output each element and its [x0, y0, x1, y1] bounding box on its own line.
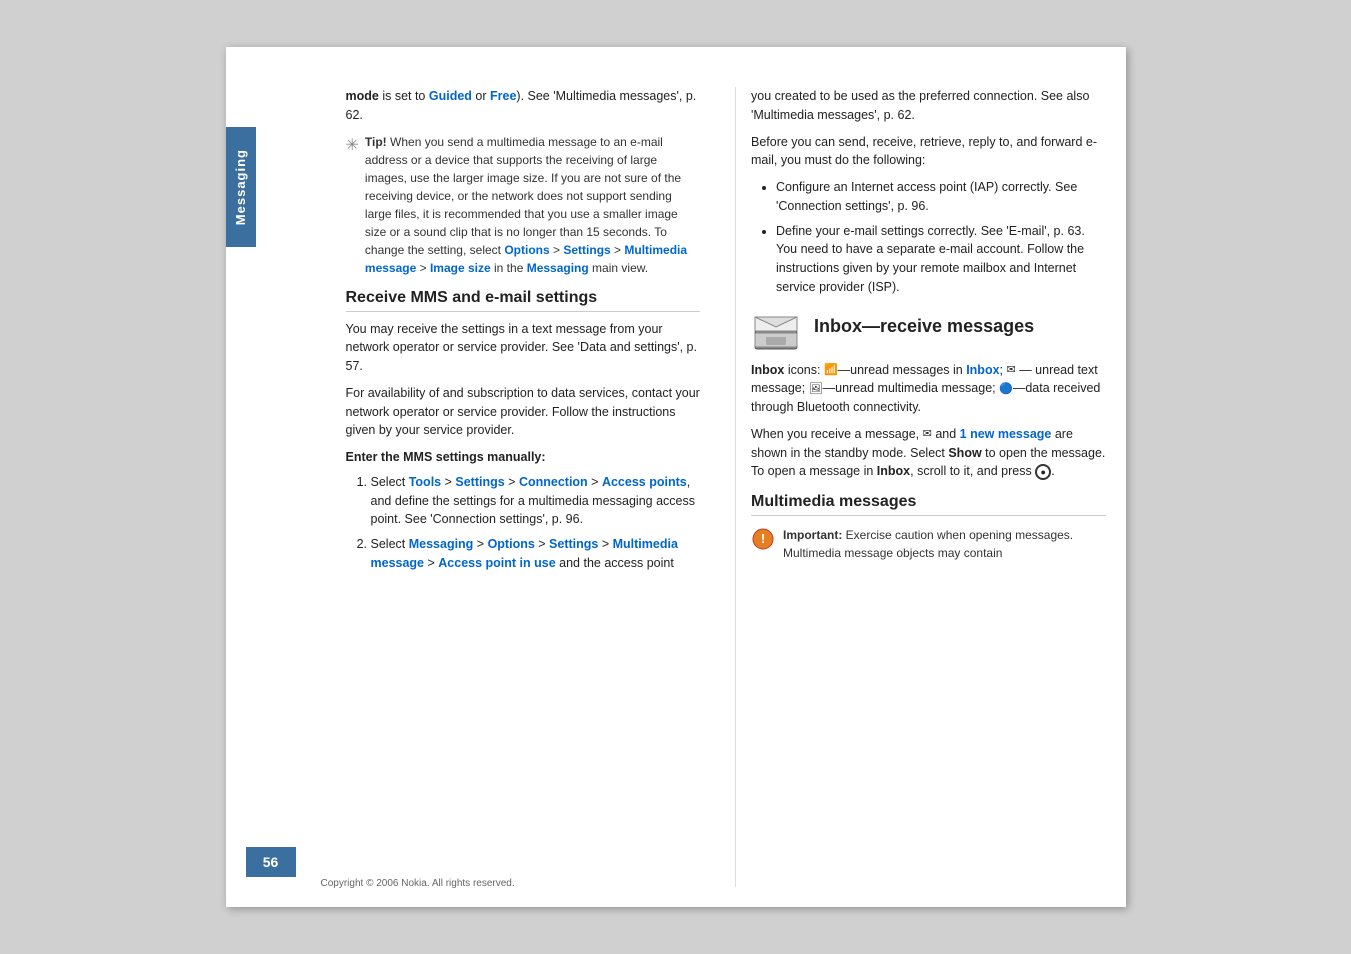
- copyright-area: Copyright © 2006 Nokia. All rights reser…: [321, 874, 515, 889]
- book-page: Messaging 56 mode is set to Guided or Fr…: [226, 47, 1126, 907]
- important-box: ! Important: Exercise caution when openi…: [751, 526, 1106, 562]
- ok-button-icon: ●: [1035, 464, 1051, 480]
- new-message-text: When you receive a message, ✉ and 1 new …: [751, 425, 1106, 481]
- copyright-text: Copyright © 2006 Nokia. All rights reser…: [321, 878, 515, 889]
- access-points-link[interactable]: Access points: [602, 475, 687, 489]
- mode-text: mode: [346, 89, 379, 103]
- chapter-label: Messaging: [233, 149, 248, 225]
- receive-mms-text1: You may receive the settings in a text m…: [346, 320, 701, 376]
- options-link-2[interactable]: Options: [488, 537, 535, 551]
- settings-link[interactable]: Settings: [563, 243, 610, 257]
- inbox-link[interactable]: Inbox: [966, 363, 999, 377]
- inbox-heading: Inbox—receive messages: [814, 316, 1034, 337]
- tip-label: Tip!: [365, 135, 387, 149]
- inbox-tray-icon: [751, 303, 801, 353]
- inbox-heading-area: Inbox—receive messages: [814, 316, 1034, 337]
- messaging-link-2[interactable]: Messaging: [409, 537, 474, 551]
- important-content: Important: Exercise caution when opening…: [783, 526, 1106, 562]
- msg-received-icon: ✉: [923, 426, 932, 443]
- inbox-icons-text: Inbox icons: 📶—unread messages in Inbox;…: [751, 361, 1106, 417]
- inbox-header: Inbox—receive messages: [751, 303, 1106, 351]
- new-message-link[interactable]: 1 new message: [960, 427, 1052, 441]
- page-number: 56: [263, 854, 279, 870]
- image-size-link[interactable]: Image size: [430, 261, 491, 275]
- important-label: Important:: [783, 528, 842, 542]
- connection-link[interactable]: Connection: [519, 475, 588, 489]
- mms-icon: 🖼: [809, 381, 823, 398]
- page-number-box: 56: [246, 847, 296, 877]
- mms-step-1: Select Tools > Settings > Connection > A…: [371, 473, 701, 529]
- show-label: Show: [948, 446, 981, 460]
- inbox-icon: [751, 303, 799, 351]
- req-item-1: Configure an Internet access point (IAP)…: [776, 178, 1106, 216]
- inbox-ref: Inbox: [877, 464, 910, 478]
- left-column: mode is set to Guided or Free). See 'Mul…: [346, 87, 716, 887]
- left-sidebar: Messaging 56: [226, 47, 316, 907]
- access-point-in-use-link[interactable]: Access point in use: [438, 556, 555, 570]
- important-icon: !: [751, 527, 775, 551]
- before-send-text: Before you can send, receive, retrieve, …: [751, 133, 1106, 171]
- bluetooth-icon: 🔵: [999, 381, 1013, 398]
- receive-mms-text2: For availability of and subscription to …: [346, 384, 701, 440]
- tip-icon: ✳: [346, 135, 359, 155]
- enter-mms-heading: Enter the MMS settings manually:: [346, 448, 701, 467]
- mms-steps-list: Select Tools > Settings > Connection > A…: [356, 473, 701, 573]
- settings-link-2[interactable]: Settings: [455, 475, 504, 489]
- receive-mms-heading: Receive MMS and e-mail settings: [346, 289, 701, 312]
- mail-icon: ✉: [1007, 362, 1016, 379]
- settings-link-3[interactable]: Settings: [549, 537, 598, 551]
- tip-box: ✳ Tip! When you send a multimedia messag…: [346, 133, 701, 277]
- continued-text: you created to be used as the preferred …: [751, 87, 1106, 125]
- chapter-tab: Messaging: [226, 127, 256, 247]
- tools-link[interactable]: Tools: [409, 475, 441, 489]
- antenna-icon: 📶: [824, 362, 838, 379]
- tip-content: Tip! When you send a multimedia message …: [365, 133, 700, 277]
- guided-link[interactable]: Guided: [429, 89, 472, 103]
- right-column: you created to be used as the preferred …: [735, 87, 1106, 887]
- mms-step-2: Select Messaging > Options > Settings > …: [371, 535, 701, 573]
- intro-text: mode is set to Guided or Free). See 'Mul…: [346, 87, 701, 125]
- inbox-label: Inbox: [751, 363, 784, 377]
- messaging-link[interactable]: Messaging: [527, 261, 589, 275]
- svg-text:!: !: [761, 531, 765, 546]
- req-item-2: Define your e-mail settings correctly. S…: [776, 222, 1106, 297]
- page-container: Messaging 56 mode is set to Guided or Fr…: [0, 0, 1351, 954]
- content-area: mode is set to Guided or Free). See 'Mul…: [316, 47, 1126, 907]
- free-link[interactable]: Free: [490, 89, 516, 103]
- options-link[interactable]: Options: [504, 243, 549, 257]
- requirements-list: Configure an Internet access point (IAP)…: [761, 178, 1106, 297]
- multimedia-heading: Multimedia messages: [751, 493, 1106, 516]
